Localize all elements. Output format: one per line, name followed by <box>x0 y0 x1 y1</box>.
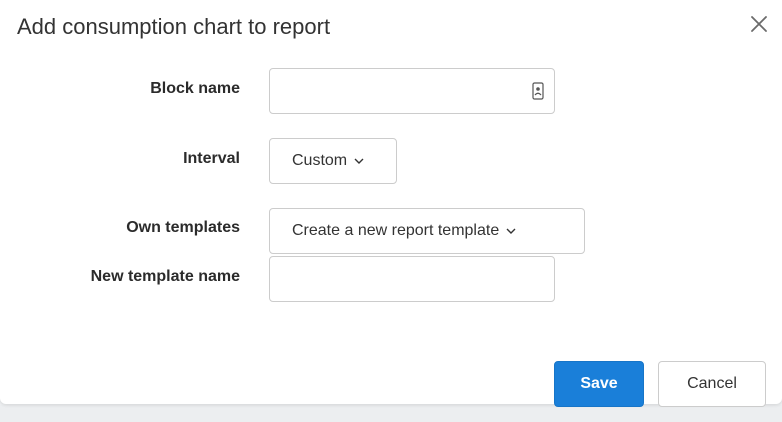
own-templates-label: Own templates <box>126 219 240 236</box>
own-templates-selected-value: Create a new report template <box>292 222 500 239</box>
block-name-field[interactable] <box>269 68 555 114</box>
interval-select[interactable]: Custom <box>269 138 397 184</box>
page-backdrop <box>0 405 782 422</box>
new-template-name-field[interactable] <box>269 256 555 302</box>
add-chart-dialog: Add consumption chart to report Block na… <box>0 0 782 407</box>
chevron-down-icon <box>506 228 516 234</box>
autofill-contact-icon <box>532 82 544 100</box>
new-template-name-label: New template name <box>90 268 240 285</box>
chevron-down-icon <box>354 158 364 164</box>
own-templates-select[interactable]: Create a new report template <box>269 208 585 254</box>
close-button[interactable] <box>742 7 776 41</box>
interval-label: Interval <box>183 150 240 167</box>
save-button[interactable]: Save <box>554 361 644 407</box>
block-name-input[interactable] <box>270 69 554 113</box>
new-template-name-input[interactable] <box>270 257 554 301</box>
cancel-button[interactable]: Cancel <box>658 361 766 407</box>
interval-selected-value: Custom <box>292 152 348 169</box>
block-name-label: Block name <box>150 80 240 97</box>
close-icon <box>751 16 767 32</box>
dialog-title: Add consumption chart to report <box>17 14 331 39</box>
